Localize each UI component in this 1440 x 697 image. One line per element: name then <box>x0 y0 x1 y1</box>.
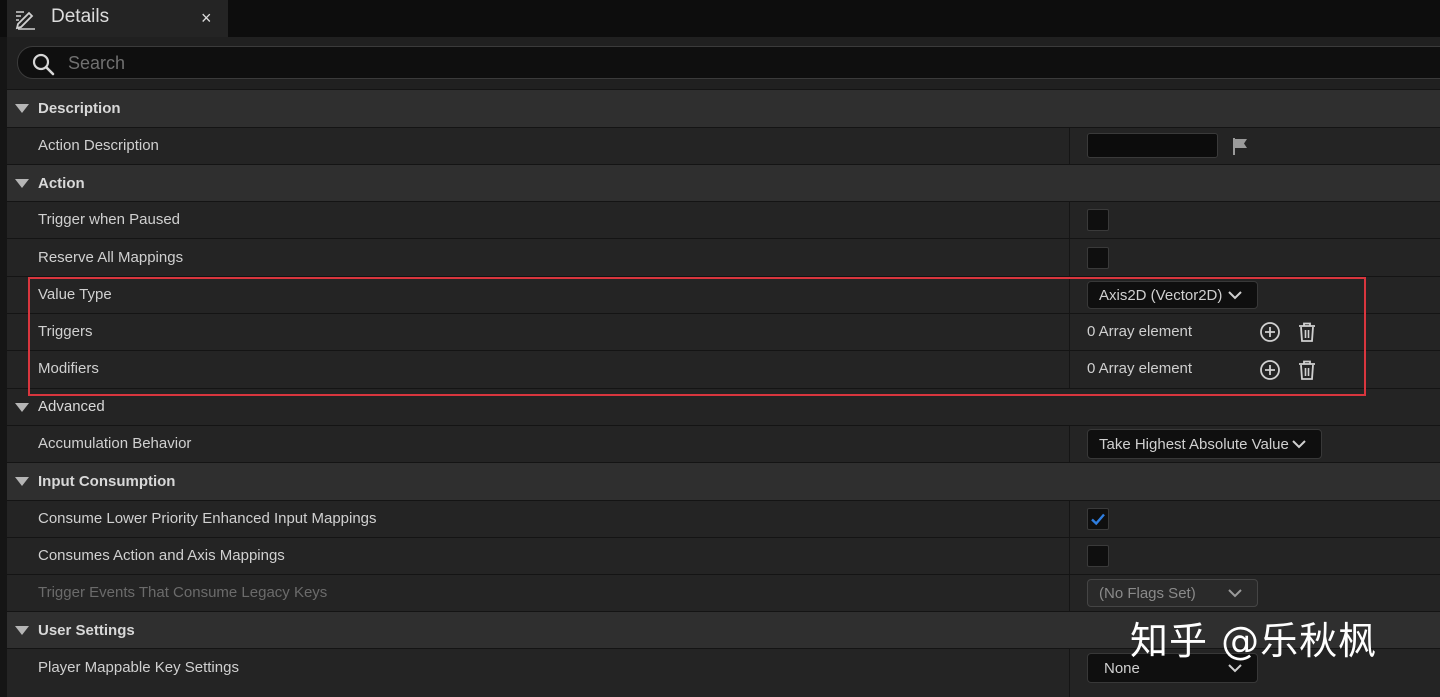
tab-title: Details <box>51 6 110 27</box>
property-label: Player Mappable Key Settings <box>38 659 239 676</box>
array-count: 0 Array element <box>1087 323 1193 340</box>
chevron-down-icon <box>1292 440 1306 449</box>
pencil-icon <box>15 11 35 30</box>
tab-bar: Details × <box>0 0 1440 37</box>
column-divider[interactable] <box>1069 314 1070 350</box>
chevron-down-icon <box>1228 589 1242 598</box>
property-row-trigger-when-paused: Trigger when Paused <box>7 201 1440 238</box>
column-divider[interactable] <box>1069 128 1070 164</box>
dropdown-value: Axis2D (Vector2D) <box>1099 287 1223 304</box>
property-row-value-type: Value Type Axis2D (Vector2D) <box>7 276 1440 313</box>
column-divider[interactable] <box>1069 277 1070 313</box>
property-label: Reserve All Mappings <box>38 249 184 266</box>
category-title: Input Consumption <box>38 473 176 490</box>
property-row-consume-lower-priority: Consume Lower Priority Enhanced Input Ma… <box>7 500 1440 537</box>
trigger-events-legacy-dropdown[interactable]: (No Flags Set) <box>1087 579 1258 607</box>
dropdown-value: (No Flags Set) <box>1099 585 1196 602</box>
property-row-reserve-all-mappings: Reserve All Mappings <box>7 238 1440 276</box>
category-title: Advanced <box>38 398 105 415</box>
trash-icon[interactable] <box>1296 321 1318 343</box>
property-label: Consume Lower Priority Enhanced Input Ma… <box>38 510 377 527</box>
property-label: Trigger when Paused <box>38 211 181 228</box>
trash-icon[interactable] <box>1296 359 1318 381</box>
triangle-down-icon[interactable] <box>15 104 29 113</box>
value-type-dropdown[interactable]: Axis2D (Vector2D) <box>1087 281 1258 309</box>
category-title: Description <box>38 100 121 117</box>
watermark: 知乎 @乐秋枫 <box>1130 619 1378 663</box>
property-label: Accumulation Behavior <box>38 435 192 452</box>
column-divider[interactable] <box>1069 649 1070 697</box>
consume-lower-priority-checkbox[interactable] <box>1087 508 1109 530</box>
search-icon <box>32 53 55 76</box>
consumes-action-axis-checkbox[interactable] <box>1087 545 1109 567</box>
property-row-consumes-action-axis: Consumes Action and Axis Mappings <box>7 537 1440 574</box>
category-advanced[interactable]: Advanced <box>7 388 1440 425</box>
column-divider[interactable] <box>1069 351 1070 388</box>
column-divider[interactable] <box>1069 501 1070 537</box>
category-description[interactable]: Description <box>7 89 1440 127</box>
column-divider[interactable] <box>1069 202 1070 238</box>
column-divider[interactable] <box>1069 575 1070 611</box>
column-divider[interactable] <box>1069 239 1070 276</box>
flag-icon[interactable] <box>1231 136 1251 156</box>
triangle-down-icon[interactable] <box>15 403 29 412</box>
category-title: User Settings <box>38 622 135 639</box>
property-label: Value Type <box>38 286 112 303</box>
search-input[interactable] <box>66 50 1370 76</box>
reserve-all-mappings-checkbox[interactable] <box>1087 247 1109 269</box>
triangle-down-icon[interactable] <box>15 179 29 188</box>
dropdown-value: Take Highest Absolute Value <box>1099 436 1289 453</box>
tab-details[interactable]: Details × <box>7 0 228 37</box>
checkmark-icon <box>1091 513 1105 526</box>
property-row-modifiers: Modifiers 0 Array element <box>7 350 1440 388</box>
add-circle-icon[interactable] <box>1259 321 1281 343</box>
column-divider[interactable] <box>1069 426 1070 462</box>
action-description-field[interactable] <box>1087 133 1218 158</box>
property-row-action-description: Action Description <box>7 127 1440 164</box>
search-box <box>17 46 1440 79</box>
property-row-triggers: Triggers 0 Array element <box>7 313 1440 350</box>
add-circle-icon[interactable] <box>1259 359 1281 381</box>
property-row-accumulation-behavior: Accumulation Behavior Take Highest Absol… <box>7 425 1440 462</box>
triangle-down-icon[interactable] <box>15 477 29 486</box>
column-divider[interactable] <box>1069 538 1070 574</box>
array-count: 0 Array element <box>1087 360 1193 377</box>
property-label: Triggers <box>38 323 93 340</box>
property-label: Modifiers <box>38 360 99 377</box>
property-label: Action Description <box>38 137 159 154</box>
close-icon[interactable]: × <box>201 7 212 29</box>
category-title: Action <box>38 175 85 192</box>
property-label: Trigger Events That Consume Legacy Keys <box>38 584 328 601</box>
trigger-when-paused-checkbox[interactable] <box>1087 209 1109 231</box>
category-action[interactable]: Action <box>7 164 1440 201</box>
chevron-down-icon <box>1228 291 1242 300</box>
category-input-consumption[interactable]: Input Consumption <box>7 462 1440 500</box>
property-label: Consumes Action and Axis Mappings <box>38 547 285 564</box>
accumulation-behavior-dropdown[interactable]: Take Highest Absolute Value <box>1087 429 1322 459</box>
property-row-trigger-events-legacy: Trigger Events That Consume Legacy Keys … <box>7 574 1440 611</box>
search-bar <box>7 37 1440 89</box>
triangle-down-icon[interactable] <box>15 626 29 635</box>
